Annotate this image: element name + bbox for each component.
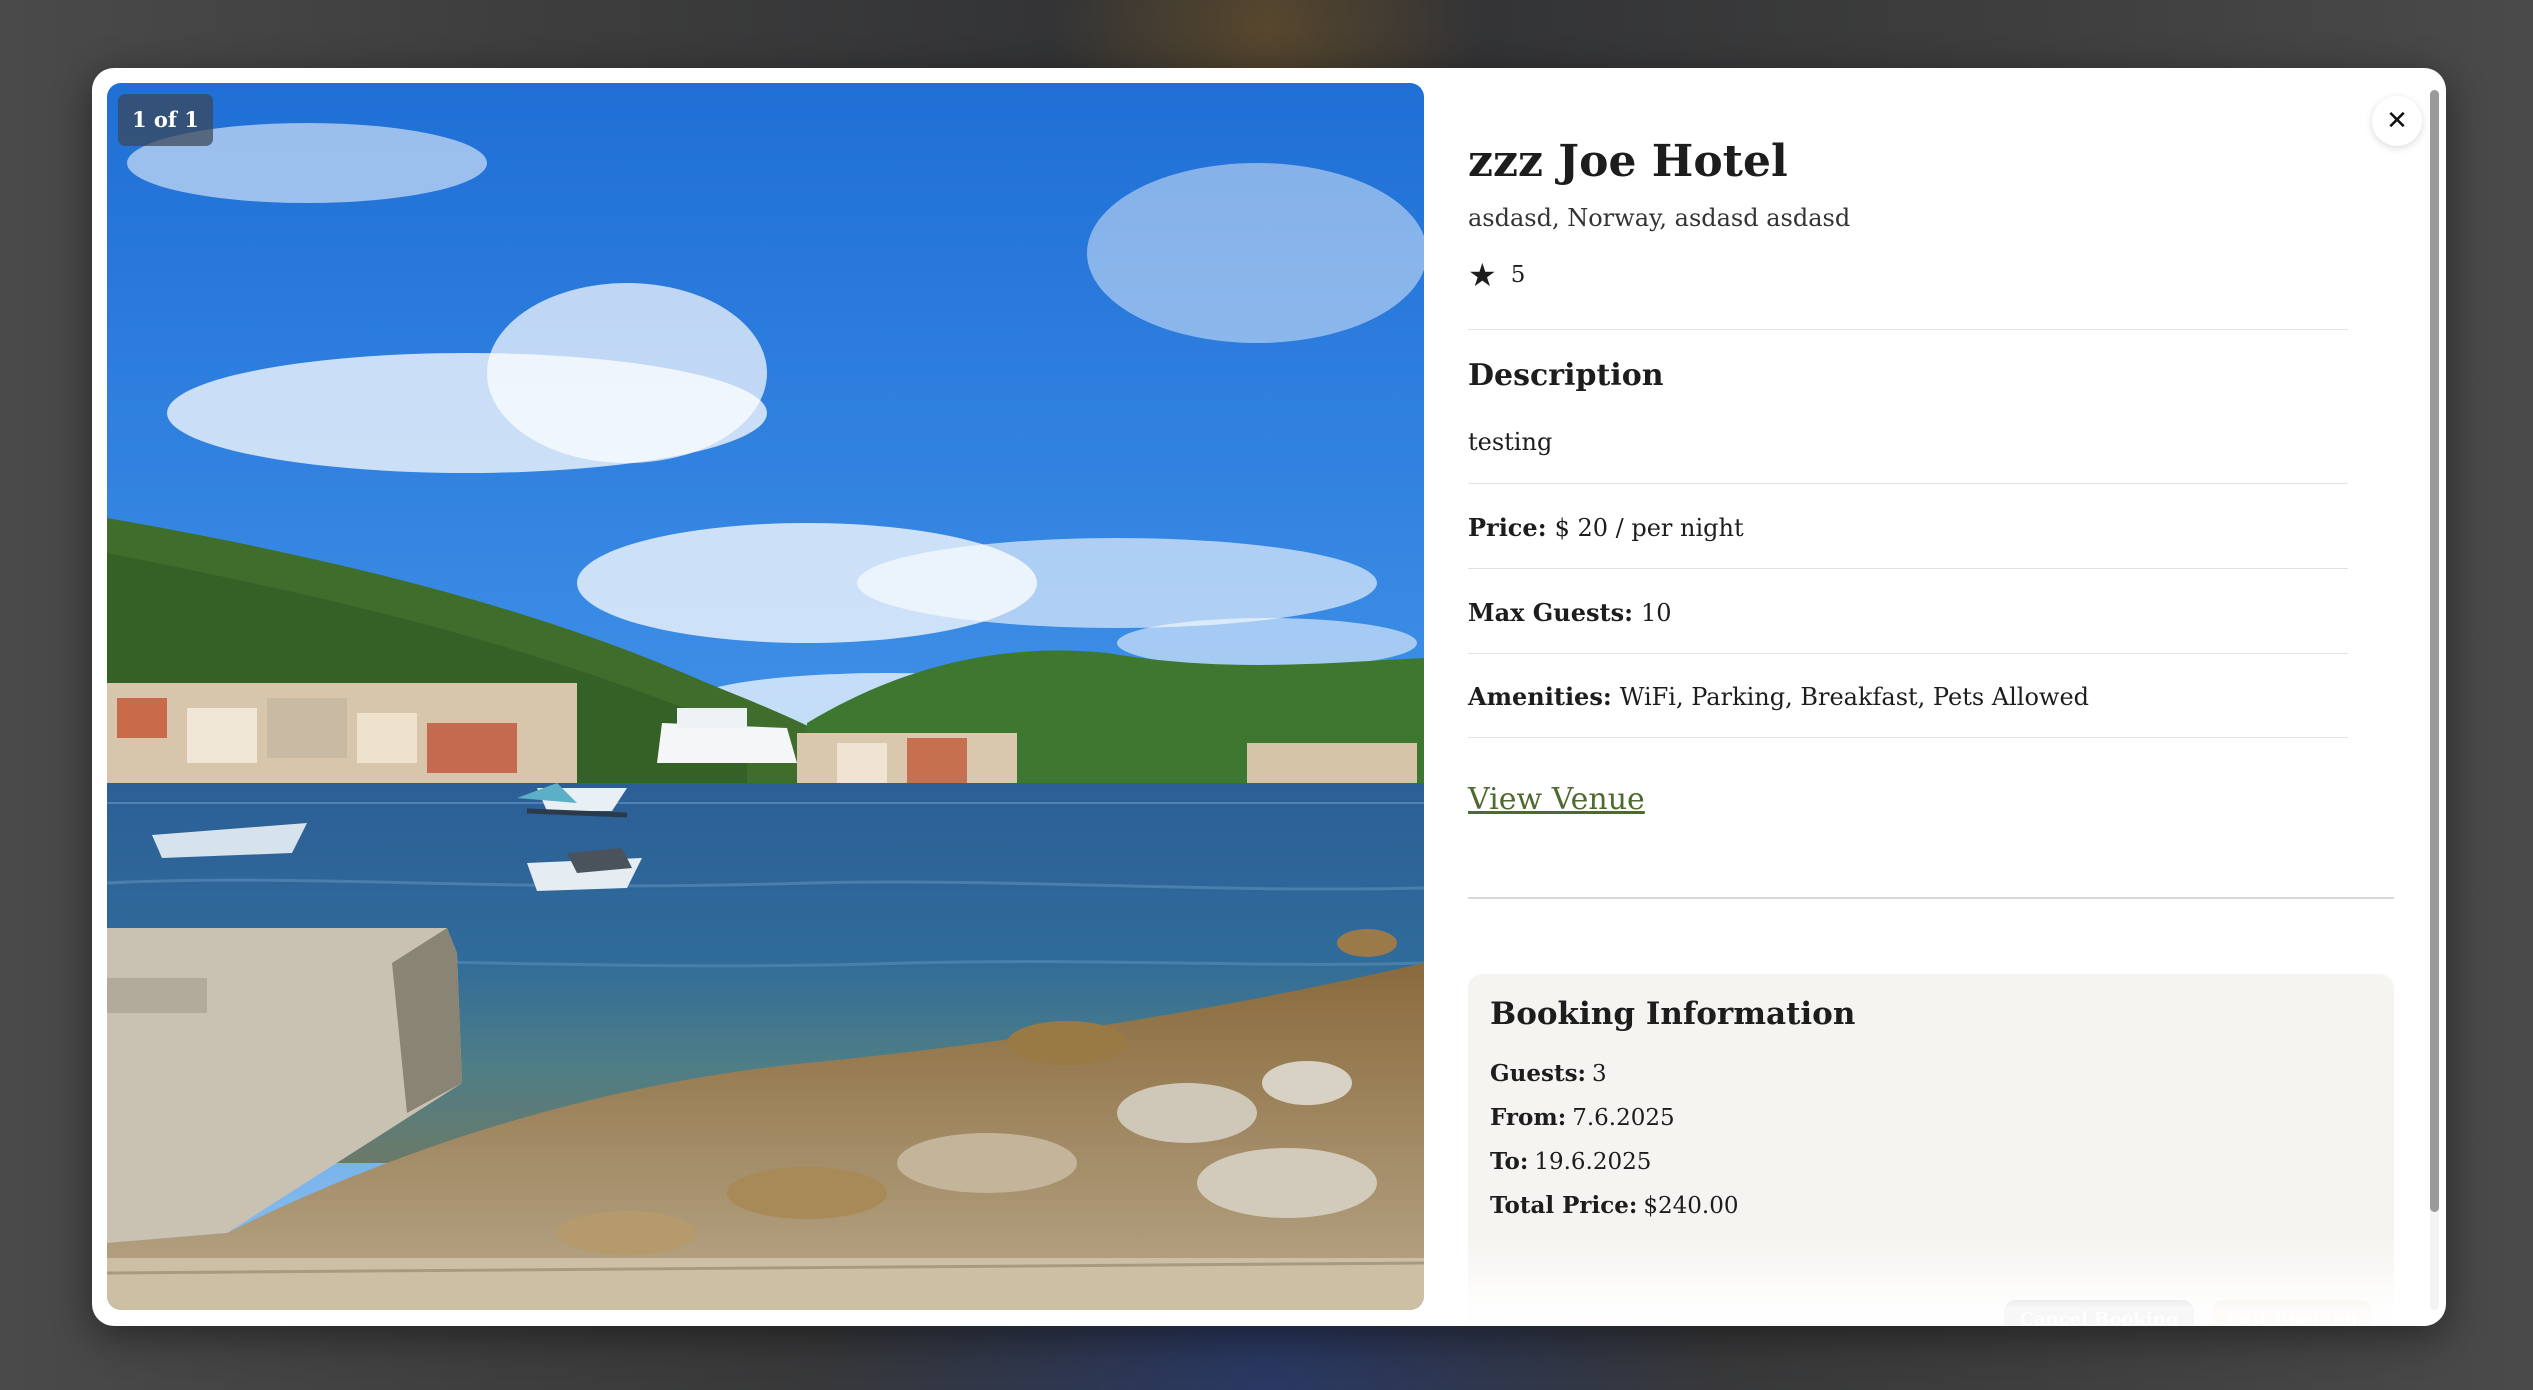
image-counter: 1 of 1	[118, 94, 213, 146]
divider	[1468, 568, 2348, 569]
description-heading: Description	[1468, 358, 1664, 393]
booking-to: To: 19.6.2025	[1490, 1148, 1651, 1175]
max-guests-value: 10	[1640, 599, 1672, 627]
booking-from-value: 7.6.2025	[1572, 1105, 1675, 1131]
max-guests-row: Max Guests: 10	[1468, 598, 1672, 627]
amenities-label: Amenities:	[1468, 682, 1612, 711]
amenities-value: WiFi, Parking, Breakfast, Pets Allowed	[1619, 683, 2090, 711]
booking-guests: Guests: 3	[1490, 1060, 1607, 1087]
booking-total: Total Price: $240.00	[1490, 1192, 1739, 1219]
price-row: Price: $ 20 / per night	[1468, 513, 1744, 542]
venue-rating: ★ 5	[1468, 256, 1525, 294]
scrollbar-thumb[interactable]	[2430, 90, 2439, 1212]
rating-value: 5	[1510, 262, 1526, 288]
star-icon: ★	[1468, 256, 1497, 294]
booking-guests-value: 3	[1592, 1061, 1607, 1087]
max-guests-label: Max Guests:	[1468, 598, 1633, 627]
venue-photo: 1 of 1	[107, 83, 1424, 1310]
amenities-row: Amenities: WiFi, Parking, Breakfast, Pets…	[1468, 682, 2089, 711]
booking-from-label: From:	[1490, 1104, 1567, 1131]
section-divider	[1468, 897, 2394, 899]
divider	[1468, 737, 2348, 738]
modal-scrollbar[interactable]	[2430, 90, 2439, 1310]
harbor-image	[107, 83, 1424, 1310]
booking-from: From: 7.6.2025	[1490, 1104, 1675, 1131]
divider	[1468, 483, 2348, 484]
venue-modal: 1 of 1 ✕ zzz Joe Hotel asdasd, Norway, a…	[92, 68, 2446, 1326]
venue-location: asdasd, Norway, asdasd asdasd	[1468, 204, 1851, 232]
price-label: Price:	[1468, 513, 1547, 542]
booking-total-value: $240.00	[1643, 1193, 1739, 1219]
price-value: $ 20 / per night	[1554, 514, 1744, 542]
booking-heading: Booking Information	[1490, 996, 1856, 1032]
divider	[1468, 329, 2348, 330]
booking-information: Booking Information Guests: 3 From: 7.6.20…	[1468, 974, 2394, 1326]
booking-to-label: To:	[1490, 1148, 1529, 1175]
edit-booking-button[interactable]: Edit Booking	[2212, 1300, 2372, 1326]
booking-total-label: Total Price:	[1490, 1192, 1638, 1219]
booking-guests-label: Guests:	[1490, 1060, 1587, 1087]
divider	[1468, 653, 2348, 654]
description-text: testing	[1468, 428, 1553, 456]
cancel-booking-button[interactable]: Cancel Booking	[2004, 1300, 2194, 1326]
venue-title: zzz Joe Hotel	[1468, 136, 1788, 187]
venue-details: zzz Joe Hotel asdasd, Norway, asdasd asd…	[1468, 68, 2408, 1326]
view-venue-link[interactable]: View Venue	[1468, 782, 1645, 817]
booking-to-value: 19.6.2025	[1534, 1149, 1652, 1175]
